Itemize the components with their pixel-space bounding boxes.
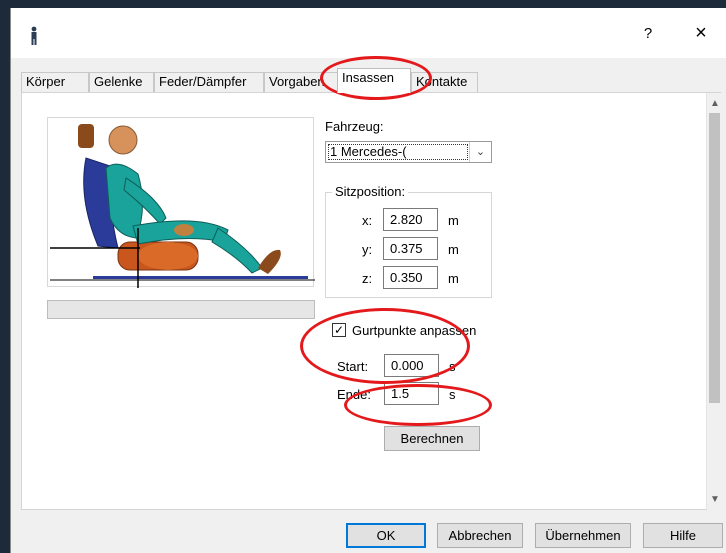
ok-button[interactable]: OK — [346, 523, 426, 548]
person-icon — [31, 26, 37, 45]
start-time-input[interactable]: 0.000 — [384, 354, 439, 377]
scroll-up-icon[interactable]: ▲ — [707, 95, 723, 112]
vertical-scrollbar[interactable]: ▲ ▼ — [706, 93, 722, 511]
ende-time-input[interactable]: 1.5 — [384, 382, 439, 405]
dialog-content: Körper Gelenke Feder/Dämpfer Vorgaben In… — [11, 58, 726, 553]
seated-dummy-image — [50, 124, 315, 288]
hilfe-button[interactable]: Hilfe — [643, 523, 723, 548]
dialog-window: ? × Körper Gelenke Feder/Dämpfer Vorgabe… — [10, 8, 726, 553]
berechnen-button[interactable]: Berechnen — [384, 426, 480, 451]
scroll-down-icon[interactable]: ▼ — [707, 491, 723, 508]
sitzposition-title: Sitzposition: — [332, 184, 409, 199]
tab-vorgaben[interactable]: Vorgaben — [264, 72, 338, 92]
scroll-thumb[interactable] — [709, 113, 720, 403]
start-label: Start: — [337, 359, 369, 374]
start-unit: s — [449, 359, 456, 374]
fahrzeug-select[interactable]: 1 Mercedes-( ⌄ — [325, 141, 492, 163]
abbrechen-button[interactable]: Abbrechen — [437, 523, 523, 548]
x-unit: m — [448, 213, 459, 228]
y-position-input[interactable]: 0.375 — [383, 237, 438, 260]
z-position-input[interactable]: 0.350 — [383, 266, 438, 289]
help-title-button[interactable]: ? — [636, 22, 660, 46]
ende-unit: s — [449, 387, 456, 402]
x-label: x: — [362, 213, 373, 228]
z-unit: m — [448, 271, 459, 286]
title-bar: ? × — [11, 8, 726, 58]
progress-bar — [47, 300, 315, 319]
y-label: y: — [362, 242, 373, 257]
x-position-input[interactable]: 2.820 — [383, 208, 438, 231]
tab-insassen[interactable]: Insassen — [337, 68, 411, 93]
fahrzeug-label: Fahrzeug: — [325, 119, 384, 134]
tab-kontakte[interactable]: Kontakte — [411, 72, 478, 92]
tab-feder-daempfer[interactable]: Feder/Dämpfer — [154, 72, 264, 92]
occupant-figure — [47, 117, 315, 288]
y-unit: m — [448, 242, 459, 257]
ende-label: Ende: — [337, 387, 371, 402]
uebernehmen-button[interactable]: Übernehmen — [535, 523, 631, 548]
z-label: z: — [362, 271, 373, 286]
tab-koerper[interactable]: Körper — [21, 72, 89, 92]
gurtpunkte-label: Gurtpunkte anpassen — [352, 323, 477, 338]
gurtpunkte-checkbox[interactable]: ✓ — [332, 323, 346, 337]
chevron-down-icon[interactable]: ⌄ — [469, 142, 491, 162]
close-button[interactable]: × — [687, 20, 715, 46]
check-icon: ✓ — [333, 323, 345, 337]
insassen-tab-page: Fahrzeug: 1 Mercedes-( ⌄ Sitzposition: x… — [21, 92, 722, 511]
sitzposition-group: Sitzposition: x: 2.820 m y: 0.375 m z: 0… — [325, 184, 492, 298]
fahrzeug-select-value: 1 Mercedes-( — [330, 144, 407, 159]
tab-gelenke[interactable]: Gelenke — [89, 72, 154, 92]
